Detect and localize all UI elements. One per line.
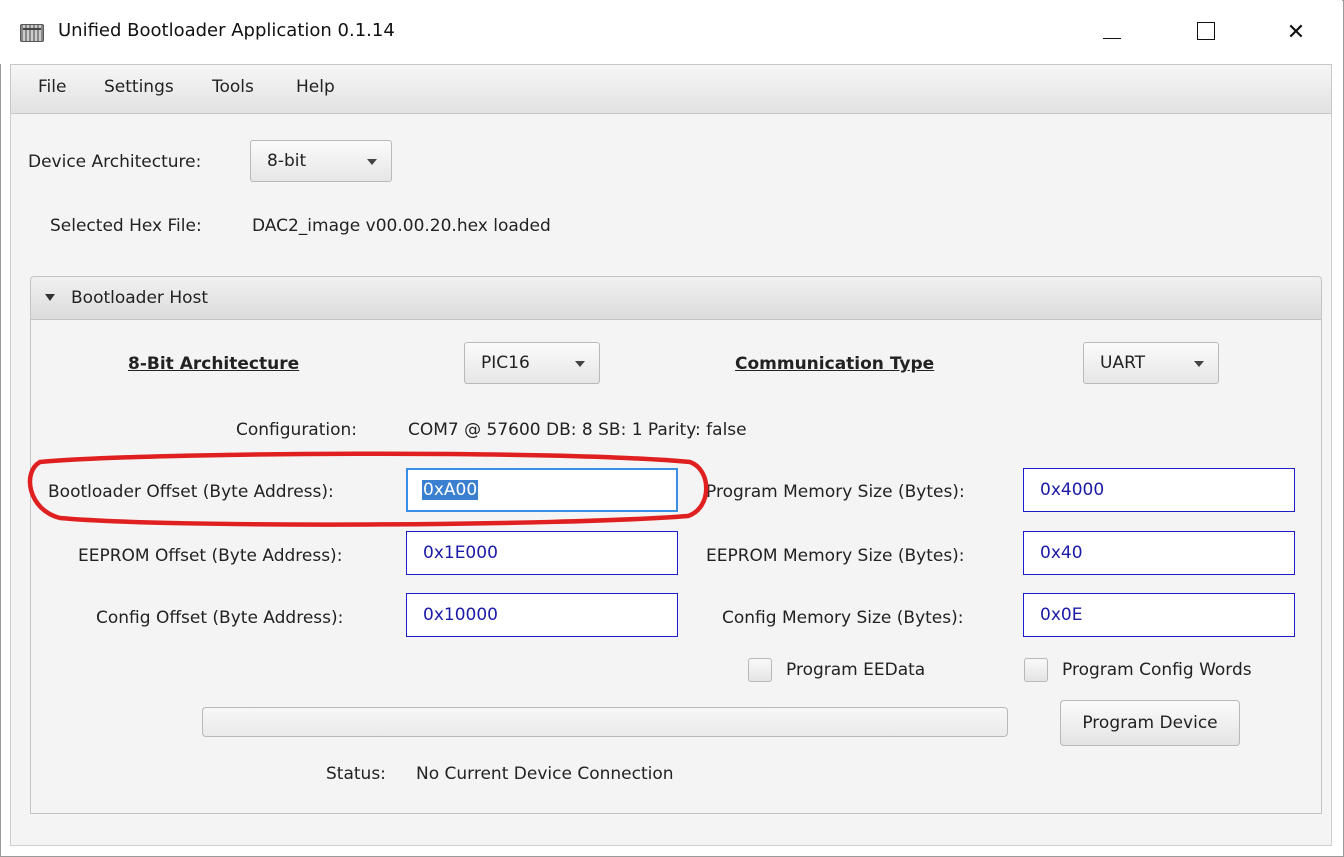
menu-settings[interactable]: Settings: [104, 77, 174, 97]
menu-file[interactable]: File: [38, 77, 66, 97]
app-icon: [20, 24, 44, 42]
selected-hex-file-value: DAC2_image v00.00.20.hex loaded: [252, 216, 551, 236]
config-offset-label: Config Offset (Byte Address):: [96, 608, 344, 628]
minimize-button[interactable]: [1084, 14, 1140, 52]
chevron-down-icon: [1194, 361, 1204, 367]
eeprom-offset-label: EEPROM Offset (Byte Address):: [78, 546, 343, 566]
device-family-value: PIC16: [481, 353, 530, 373]
window-title: Unified Bootloader Application 0.1.14: [58, 20, 395, 41]
communication-type-heading: Communication Type: [735, 354, 935, 374]
progress-bar: [202, 707, 1008, 737]
communication-type-value: UART: [1100, 353, 1146, 373]
program-eedata-checkbox[interactable]: [748, 658, 772, 682]
status-label: Status:: [326, 764, 386, 784]
menu-tools[interactable]: Tools: [212, 77, 254, 97]
program-eedata-label[interactable]: Program EEData: [786, 660, 925, 680]
program-config-words-checkbox[interactable]: [1024, 658, 1048, 682]
pane-title: Bootloader Host: [71, 288, 209, 308]
bootloader-offset-input[interactable]: 0xA00: [406, 468, 678, 512]
chevron-down-icon: [367, 159, 377, 165]
bootloader-host-header[interactable]: Bootloader Host: [30, 276, 1322, 320]
close-button[interactable]: ✕: [1268, 14, 1324, 52]
maximize-button[interactable]: [1178, 14, 1234, 52]
configuration-value: COM7 @ 57600 DB: 8 SB: 1 Parity: false: [408, 420, 747, 440]
maximize-icon: [1197, 22, 1215, 40]
program-memory-size-label: Program Memory Size (Bytes):: [706, 482, 965, 502]
minimize-icon: [1103, 37, 1121, 39]
title-bar[interactable]: Unified Bootloader Application 0.1.14 ✕: [0, 0, 1342, 64]
device-architecture-select[interactable]: 8-bit: [250, 140, 392, 182]
config-memory-size-input[interactable]: [1023, 593, 1295, 637]
collapse-triangle-icon: [45, 294, 55, 301]
device-architecture-label: Device Architecture:: [28, 152, 202, 172]
config-memory-size-label: Config Memory Size (Bytes):: [722, 608, 964, 628]
architecture-heading: 8-Bit Architecture: [128, 354, 300, 374]
close-icon: ✕: [1286, 20, 1306, 45]
bootloader-offset-label: Bootloader Offset (Byte Address):: [48, 482, 334, 502]
menu-bar: File Settings Tools Help: [10, 64, 1332, 114]
status-value: No Current Device Connection: [416, 764, 674, 784]
selected-text: 0xA00: [422, 480, 479, 500]
config-offset-input[interactable]: [406, 593, 678, 637]
chevron-down-icon: [575, 361, 585, 367]
selected-hex-file-label: Selected Hex File:: [50, 216, 202, 236]
eeprom-memory-size-input[interactable]: [1023, 531, 1295, 575]
configuration-label: Configuration:: [236, 420, 358, 440]
communication-type-select[interactable]: UART: [1083, 342, 1219, 384]
program-config-words-label[interactable]: Program Config Words: [1062, 660, 1252, 680]
program-memory-size-input[interactable]: [1023, 468, 1295, 512]
device-family-select[interactable]: PIC16: [464, 342, 600, 384]
device-architecture-value: 8-bit: [267, 151, 307, 171]
menu-help[interactable]: Help: [296, 77, 335, 97]
eeprom-offset-input[interactable]: [406, 531, 678, 575]
program-device-button[interactable]: Program Device: [1060, 700, 1240, 746]
eeprom-memory-size-label: EEPROM Memory Size (Bytes):: [706, 546, 965, 566]
